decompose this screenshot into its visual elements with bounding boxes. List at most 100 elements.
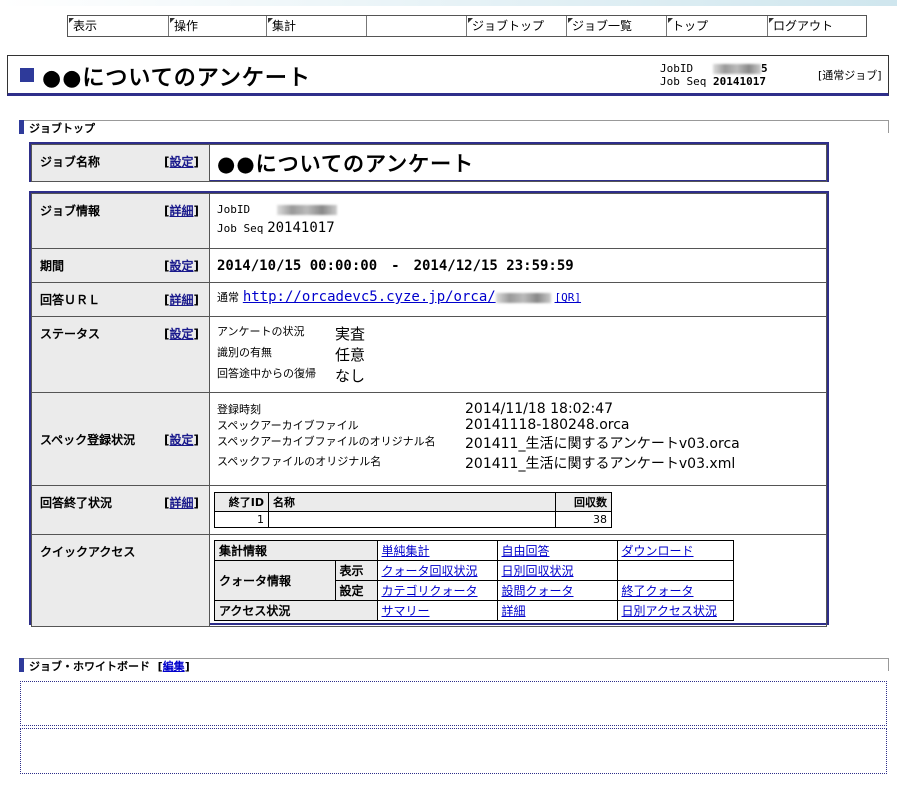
end-status-detail-link[interactable]: 詳細 — [170, 496, 194, 510]
section-job-top: ジョブトップ — [19, 120, 889, 135]
job-name-box: ジョブ名称 [設定] ●●についてのアンケート — [29, 142, 829, 182]
table-row: 1 38 — [214, 511, 612, 528]
link-detail[interactable]: 詳細 — [502, 604, 526, 618]
spec-value: 20141118-180248.orca — [465, 417, 630, 433]
top-gradient — [0, 0, 897, 6]
quick-access-table: 集計情報 単純集計 自由回答 ダウンロード クォータ情報 表示 クォータ回収状況… — [214, 540, 734, 621]
nav-operation-label: 操作 — [174, 19, 199, 33]
status-label: ステータス — [40, 327, 101, 341]
job-info-label-cell: ジョブ情報 [詳細] — [31, 193, 210, 249]
title-square-icon — [20, 68, 34, 82]
nav-job-list[interactable]: ジョブ一覧 — [567, 16, 667, 36]
nav-aggregate[interactable]: 集計 — [267, 16, 367, 36]
quick-quota-set-label: 設定 — [334, 580, 378, 601]
job-info-label: ジョブ情報 — [40, 204, 101, 218]
link-download[interactable]: ダウンロード — [622, 544, 694, 558]
header-jobid-suffix: 5 — [761, 62, 768, 75]
link-daily-collection[interactable]: 日別回収状況 — [502, 564, 574, 578]
qr-link[interactable]: [QR] — [555, 291, 582, 304]
job-info-detail-link[interactable]: 詳細 — [170, 204, 194, 218]
count-cell: 38 — [555, 511, 612, 528]
link-question-quota[interactable]: 設問クォータ — [502, 584, 574, 598]
spec-list: 登録時刻 2014/11/18 18:02:47 スペックアーカイブファイル 201… — [217, 401, 740, 473]
status-value: 実査 — [335, 325, 366, 343]
quick-access-status-label: アクセス状況 — [214, 600, 378, 621]
answer-url-link[interactable]: http://orcadevc5.cyze.jp/orca/ — [243, 289, 496, 305]
header-jobid-label: JobID — [660, 62, 694, 75]
nav-job-top-label: ジョブトップ — [472, 19, 545, 33]
quick-quota-label: クォータ情報 — [214, 560, 336, 601]
spec-value: 201411_生活に関するアンケートv03.xml — [465, 456, 736, 472]
section-job-top-label: ジョブトップ — [29, 122, 95, 135]
nav-operation[interactable]: 操作 — [169, 16, 267, 36]
answer-url-prefix: 通常 — [217, 291, 239, 304]
section-whiteboard-label: ジョブ・ホワイトボード [編集] — [29, 660, 190, 673]
spec-key: スペックアーカイブファイル — [217, 419, 359, 432]
end-status-label-cell: 回答終了状況 [詳細] — [31, 485, 210, 535]
job-info-box: ジョブ情報 [詳細] JobID Job Seq 20141017 期間 [設定… — [29, 191, 829, 627]
status-value: なし — [335, 367, 366, 385]
masked-jobid — [713, 64, 761, 74]
nav-aggregate-label: 集計 — [272, 19, 297, 33]
link-daily-access[interactable]: 日別アクセス状況 — [622, 604, 717, 618]
status-set-link[interactable]: 設定 — [170, 327, 194, 341]
period-set-link[interactable]: 設定 — [170, 259, 194, 273]
link-end-quota[interactable]: 終了クォータ — [622, 584, 694, 598]
spec-value: 2014/11/18 18:02:47 — [465, 401, 614, 417]
link-free-answer[interactable]: 自由回答 — [502, 544, 550, 558]
job-name-set-link[interactable]: 設定 — [170, 155, 194, 169]
status-value: 任意 — [335, 346, 366, 364]
nav-logout[interactable]: ログアウト — [768, 16, 866, 36]
period-value: 2014/10/15 00:00:00 - 2014/12/15 23:59:5… — [217, 258, 574, 274]
answer-url-detail-link[interactable]: 詳細 — [170, 293, 194, 307]
spec-label-cell: スペック登録状況 [設定] — [31, 392, 210, 486]
quick-access-label: クイックアクセス — [40, 545, 136, 559]
whiteboard-edit-link[interactable]: 編集 — [163, 660, 185, 673]
whiteboard-area-2[interactable] — [20, 728, 887, 774]
col-name: 名称 — [268, 492, 556, 512]
nav-top-label: トップ — [672, 19, 709, 33]
nav-job-top[interactable]: ジョブトップ — [467, 16, 567, 36]
job-name-label: ジョブ名称 — [40, 155, 101, 169]
link-category-quota[interactable]: カテゴリクォータ — [382, 584, 478, 598]
spec-key: スペックファイルのオリジナル名 — [217, 455, 382, 468]
header-jobseq-label: Job Seq — [660, 75, 707, 88]
link-quota-collection[interactable]: クォータ回収状況 — [382, 564, 478, 578]
spec-value: 201411_生活に関するアンケートv03.orca — [465, 436, 740, 452]
period-label-cell: 期間 [設定] — [31, 248, 210, 283]
masked-jobid-detail — [276, 205, 337, 215]
nav-job-list-label: ジョブ一覧 — [572, 19, 633, 33]
period-label: 期間 — [40, 259, 65, 273]
nav-logout-label: ログアウト — [773, 19, 834, 33]
top-nav: 表示 操作 集計 ジョブトップ ジョブ一覧 トップ ログアウト — [67, 15, 867, 37]
quick-agg-label: 集計情報 — [214, 540, 378, 561]
status-key: 識別の有無 — [217, 346, 272, 359]
whiteboard-area-1[interactable] — [20, 681, 887, 726]
nav-view-label: 表示 — [73, 19, 98, 33]
masked-url — [495, 292, 551, 303]
nav-top[interactable]: トップ — [667, 16, 768, 36]
job-name-value: ●●についてのアンケート — [217, 152, 475, 176]
end-status-label: 回答終了状況 — [40, 496, 113, 510]
jobid-label: JobID — [217, 203, 251, 216]
status-key: アンケートの状況 — [217, 325, 305, 338]
status-label-cell: ステータス [設定] — [31, 316, 210, 393]
link-summary[interactable]: サマリー — [382, 604, 430, 618]
header-meta: JobID 5 Job Seq 20141017 — [660, 62, 768, 88]
section-whiteboard: ジョブ・ホワイトボード [編集] — [19, 658, 889, 673]
status-key: 回答途中からの復帰 — [217, 367, 316, 380]
jobseq-label: Job Seq — [217, 222, 264, 235]
header-jobseq-value: 20141017 — [712, 75, 766, 88]
job-type: [通常ジョブ] — [818, 69, 882, 82]
end-status-table: 終了ID 名称 回収数 1 38 — [214, 492, 612, 528]
name-cell — [268, 511, 556, 528]
link-simple-aggregate[interactable]: 単純集計 — [382, 544, 430, 558]
spec-key: 登録時刻 — [217, 403, 261, 416]
job-name-label-cell: ジョブ名称 [設定] — [31, 144, 210, 182]
spec-label: スペック登録状況 — [40, 432, 136, 447]
nav-view[interactable]: 表示 — [68, 16, 169, 36]
spec-key: スペックアーカイブファイルのオリジナル名 — [217, 435, 436, 448]
answer-url-label-cell: 回答ＵＲＬ [詳細] — [31, 282, 210, 317]
spec-set-link[interactable]: 設定 — [170, 433, 194, 447]
quick-quota-view-label: 表示 — [334, 560, 378, 581]
